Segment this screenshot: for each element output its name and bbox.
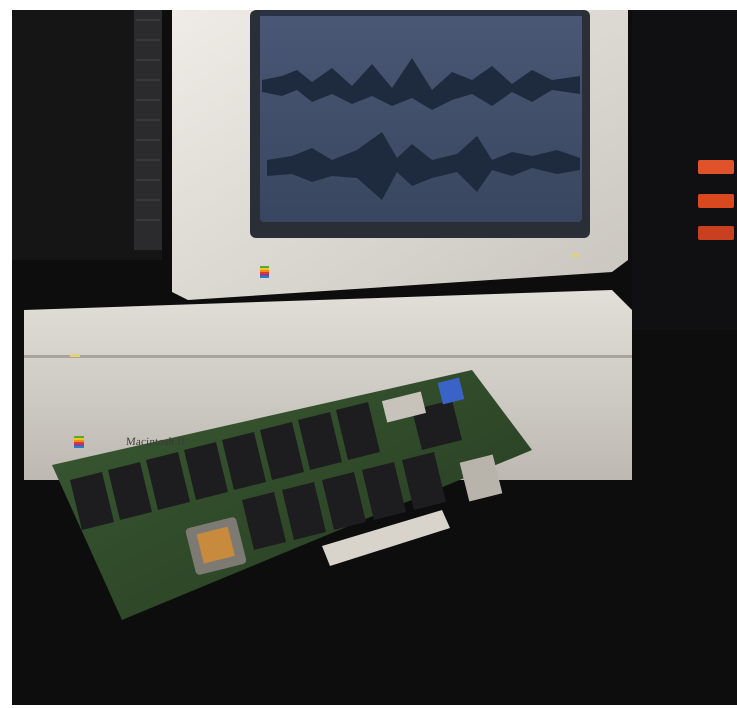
red-indicator [698,160,734,174]
red-indicator [698,226,734,240]
apple-logo [74,436,84,448]
computer-model-label: Macintosh II [125,436,186,448]
red-indicator [698,194,734,208]
monitor [172,10,628,300]
studio-photograph: Macintosh II [12,10,737,705]
apple-logo [260,266,269,278]
monitor-screen [260,10,582,222]
scene-illustration [12,10,737,705]
photo-frame: Macintosh II [0,0,737,708]
